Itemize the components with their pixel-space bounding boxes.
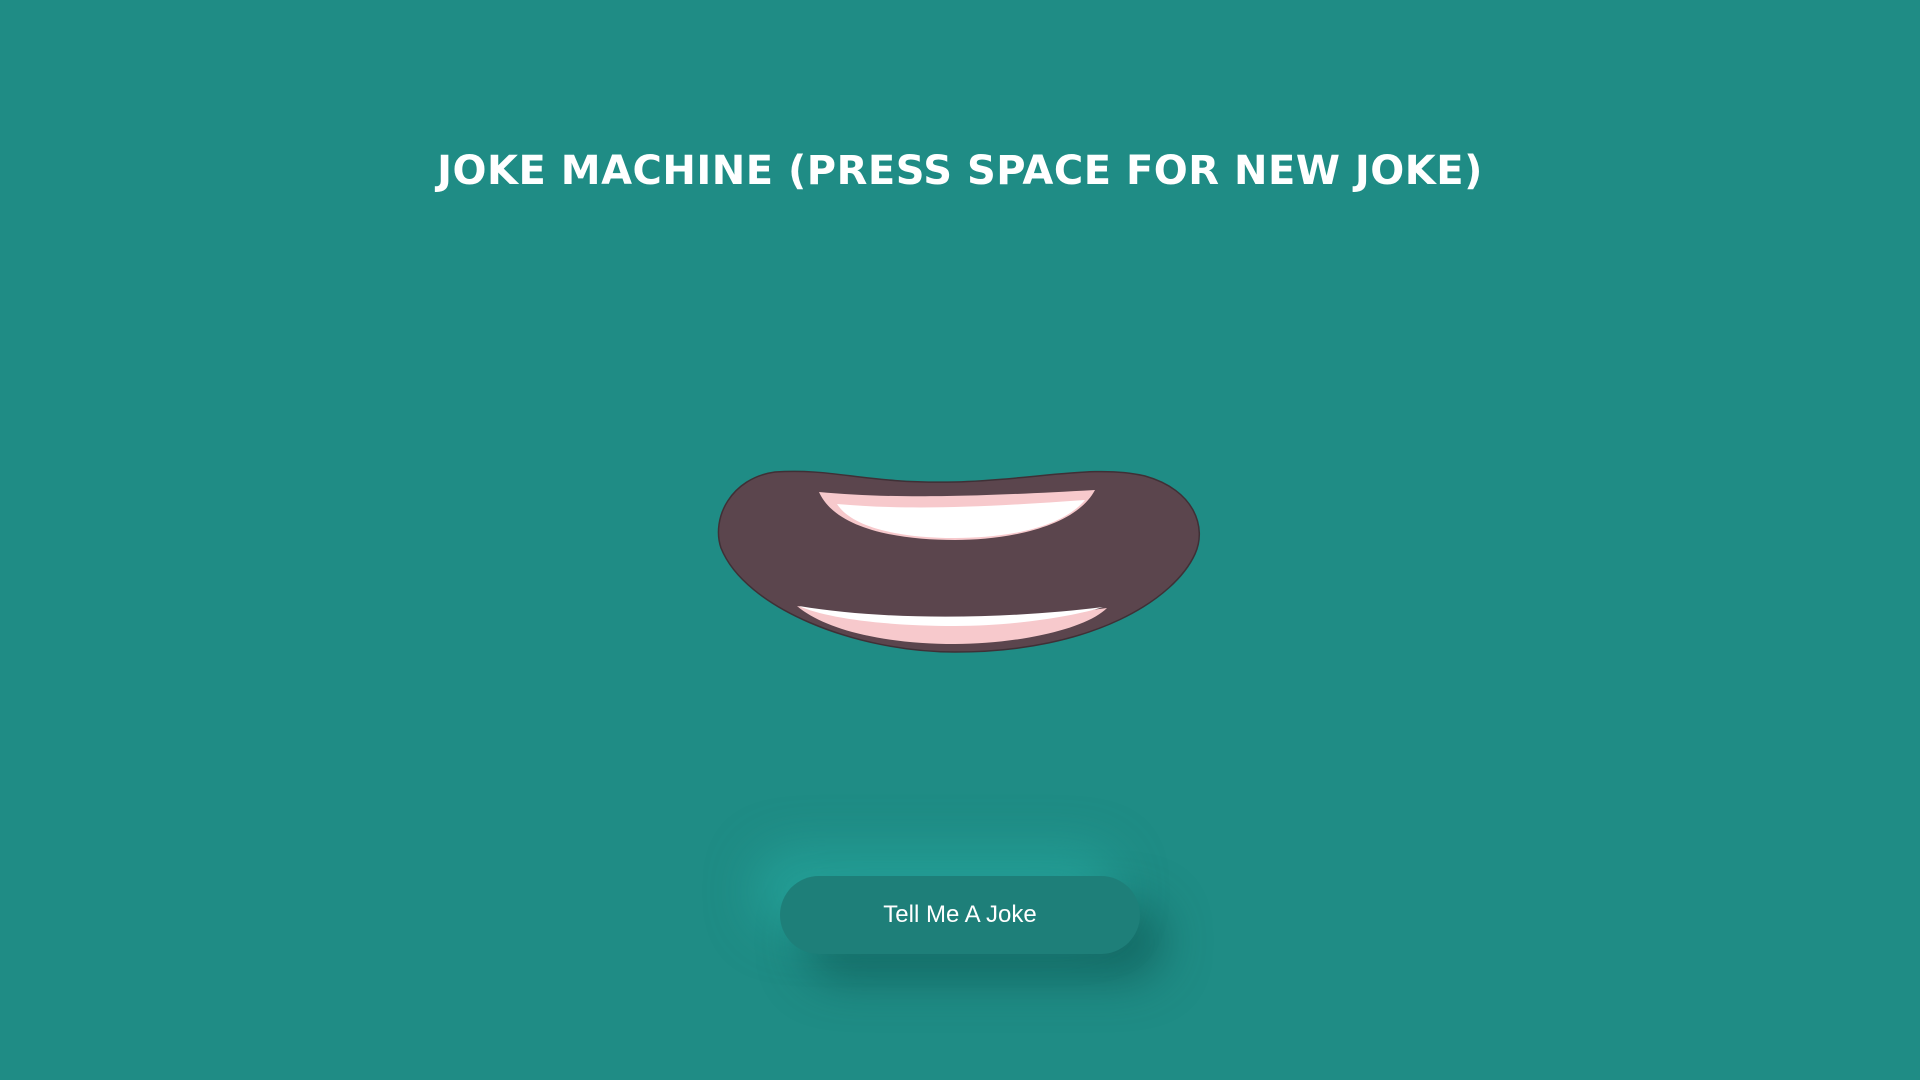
page-title: JOKE MACHINE (PRESS SPACE FOR NEW JOKE) bbox=[437, 148, 1483, 194]
mouth-icon bbox=[715, 468, 1205, 658]
tell-joke-button[interactable]: Tell Me A Joke bbox=[780, 876, 1140, 954]
